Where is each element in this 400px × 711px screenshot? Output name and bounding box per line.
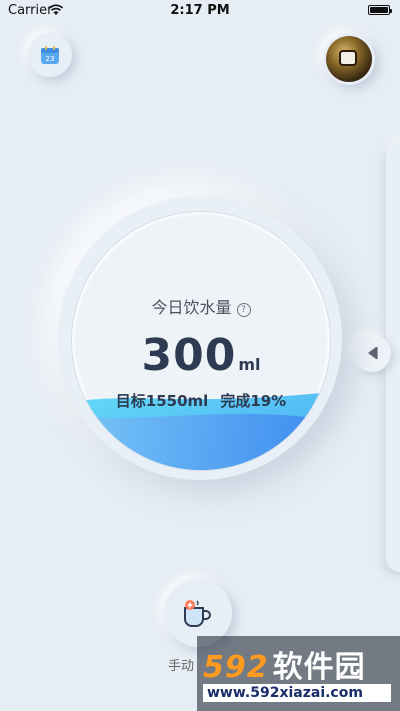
water-gauge[interactable]: 今日饮水量? 300 ml 目标1550ml 完成19% [72, 212, 330, 470]
gauge-title: 今日饮水量? [72, 294, 330, 318]
avatar-button[interactable] [323, 33, 375, 85]
gauge-title-text: 今日饮水量 [151, 298, 232, 317]
watermark-url: www.592xiazai.com [203, 684, 391, 702]
triangle-left-icon [368, 347, 378, 359]
wave-front [72, 413, 330, 470]
target-text: 目标1550ml [115, 392, 209, 410]
completion-text: 完成19% [220, 392, 287, 410]
calendar-button[interactable]: 23 [28, 33, 72, 77]
cup-plus-icon [184, 600, 211, 627]
manual-add-label: 手动 [168, 659, 195, 674]
avatar [326, 36, 372, 82]
watermark-digits: 592 [203, 650, 269, 685]
side-drawer-toggle[interactable] [353, 334, 391, 372]
watermark-cn: 软件园 [272, 650, 366, 685]
intake-value: 300 [141, 330, 237, 381]
calendar-day: 23 [46, 55, 55, 63]
watermark-logo: 592 软件园 www.592xiazai.com [197, 636, 400, 711]
intake-amount: 300 ml [72, 330, 330, 381]
battery-icon [368, 5, 392, 15]
intake-unit: ml [238, 355, 261, 374]
calendar-icon: 23 [41, 46, 59, 64]
clock: 2:17 PM [170, 3, 230, 18]
watermark-brand: 592 软件园 [203, 642, 366, 686]
status-bar: Carrier 2:17 PM [0, 0, 400, 22]
help-icon[interactable]: ? [236, 303, 251, 317]
target-line: 目标1550ml 完成19% [72, 390, 330, 411]
